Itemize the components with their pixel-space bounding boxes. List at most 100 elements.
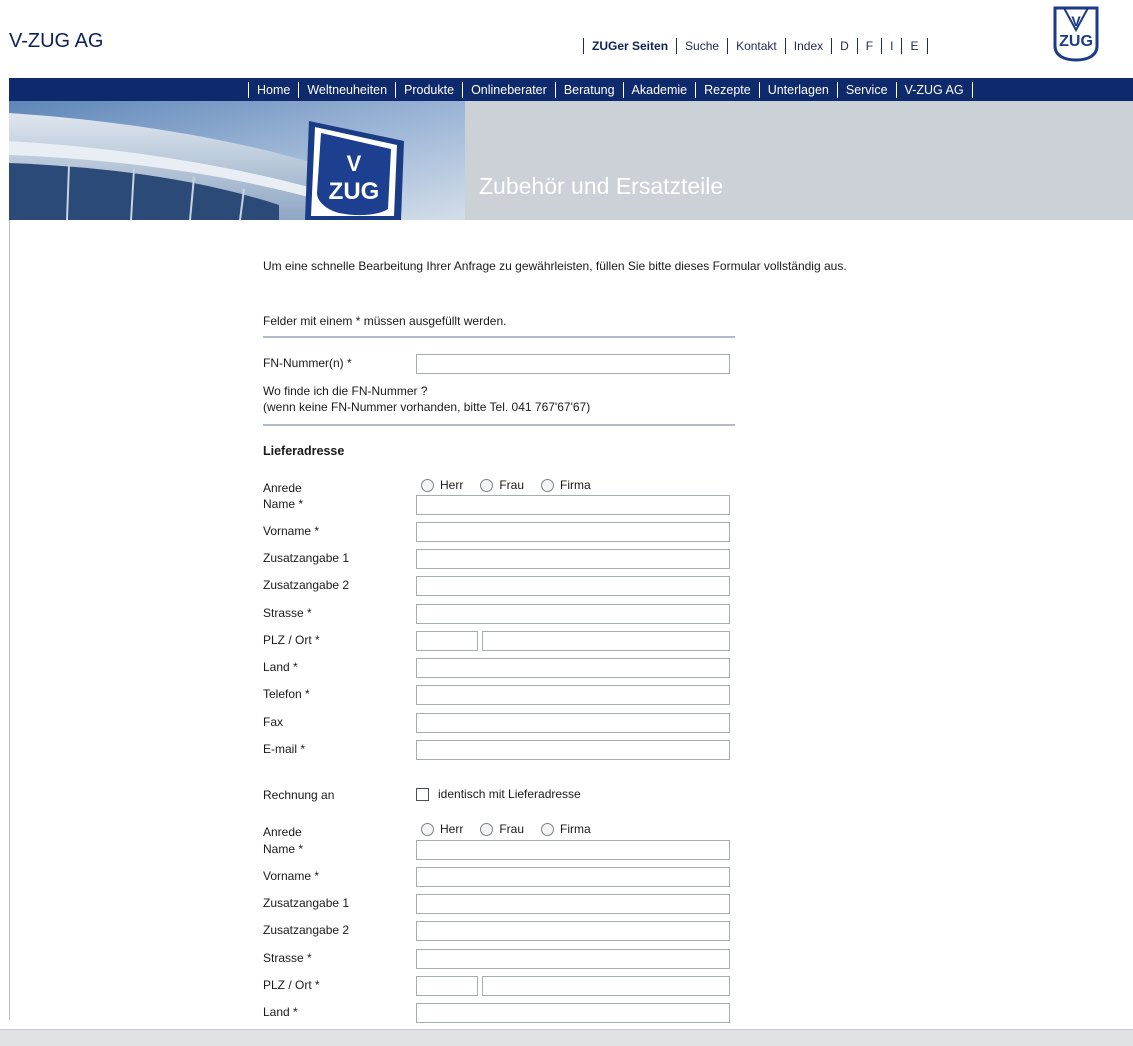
radio-label: Frau [499, 822, 525, 836]
fn-label: FN-Nummer(n) * [263, 356, 352, 370]
nav-produkte[interactable]: Produkte [404, 83, 454, 97]
strasse-input[interactable] [416, 604, 730, 624]
svg-text:V: V [347, 151, 362, 176]
page-title: Zubehör und Ersatzteile [479, 173, 724, 199]
radio-frau-billing[interactable]: Frau [480, 822, 524, 836]
radio-circle[interactable] [421, 478, 434, 492]
strasse-label-billing: Strasse * [263, 951, 312, 965]
zusatz1-input[interactable] [416, 549, 730, 569]
telefon-label: Telefon * [263, 687, 310, 701]
divider [263, 336, 735, 338]
separator [298, 81, 300, 98]
nav-beratung[interactable]: Beratung [564, 83, 615, 97]
nav-service[interactable]: Service [846, 83, 888, 97]
anrede-radio-group-billing: Herr Frau Firma [421, 822, 608, 836]
nav-vzug-ag[interactable]: V-ZUG AG [905, 83, 964, 97]
zusatz2-input[interactable] [416, 576, 730, 596]
ort-input-billing[interactable] [482, 976, 730, 996]
separator [831, 38, 833, 54]
identisch-label: identisch mit Lieferadresse [438, 787, 581, 801]
plz-input-billing[interactable] [416, 976, 478, 996]
required-note: Felder mit einem * müssen ausgefüllt wer… [263, 314, 507, 328]
plz-input[interactable] [416, 631, 478, 651]
nav-onlineberater[interactable]: Onlineberater [471, 83, 547, 97]
link-zuger-seiten[interactable]: ZUGer Seiten [592, 39, 668, 53]
separator [583, 38, 584, 54]
lang-f[interactable]: F [866, 39, 873, 53]
radio-label: Herr [440, 478, 464, 492]
vorname-input[interactable] [416, 522, 730, 542]
svg-text:ZUG: ZUG [1059, 33, 1093, 50]
brand-name: V-ZUG AG [9, 30, 104, 52]
zusatz1-input-billing[interactable] [416, 894, 730, 914]
land-label: Land * [263, 660, 298, 674]
fax-input[interactable] [416, 713, 730, 733]
separator [695, 81, 697, 98]
zusatz2-label: Zusatzangabe 2 [263, 578, 350, 592]
nav-home[interactable]: Home [257, 83, 290, 97]
strasse-label: Strasse * [263, 606, 312, 620]
main-navigation: Home Weltneuheiten Produkte Onlineberate… [9, 78, 1133, 101]
name-input-billing[interactable] [416, 840, 730, 860]
radio-label: Herr [440, 822, 464, 836]
vzug-logo[interactable]: V ZUG [1051, 6, 1101, 62]
separator [727, 38, 729, 54]
radio-circle[interactable] [541, 478, 555, 492]
radio-firma[interactable]: Firma [541, 478, 591, 492]
radio-circle[interactable] [421, 822, 434, 836]
telefon-input[interactable] [416, 685, 730, 705]
name-label: Name * [263, 497, 304, 511]
separator [901, 38, 903, 54]
lang-e[interactable]: E [910, 39, 918, 53]
email-input[interactable] [416, 740, 730, 760]
plzort-label: PLZ / Ort * [263, 633, 320, 647]
delivery-section-title: Lieferadresse [263, 444, 345, 458]
identisch-checkbox[interactable] [416, 787, 429, 801]
radio-herr[interactable]: Herr [421, 478, 463, 492]
identisch-checkbox-row[interactable]: identisch mit Lieferadresse [416, 787, 581, 801]
anrede-label: Anrede [263, 481, 302, 495]
separator [881, 38, 883, 54]
radio-circle[interactable] [480, 478, 494, 492]
status-bar [0, 1029, 1133, 1046]
name-input[interactable] [416, 495, 730, 515]
separator [895, 81, 897, 98]
content-border [9, 220, 10, 1020]
separator [971, 81, 973, 98]
top-links: ZUGer Seiten Suche Kontakt Index D F I E [575, 38, 936, 54]
lang-i[interactable]: I [890, 39, 893, 53]
link-index[interactable]: Index [794, 39, 823, 53]
separator [836, 81, 838, 98]
banner-background [465, 101, 1133, 220]
nav-rezepte[interactable]: Rezepte [704, 83, 751, 97]
vorname-label-billing: Vorname * [263, 869, 320, 883]
link-suche[interactable]: Suche [685, 39, 719, 53]
link-kontakt[interactable]: Kontakt [736, 39, 777, 53]
radio-herr-billing[interactable]: Herr [421, 822, 463, 836]
ort-input[interactable] [482, 631, 730, 651]
lang-d[interactable]: D [840, 39, 849, 53]
strasse-input-billing[interactable] [416, 949, 730, 969]
fax-label: Fax [263, 715, 284, 729]
zusatz2-label-billing: Zusatzangabe 2 [263, 923, 350, 937]
radio-circle[interactable] [541, 822, 555, 836]
radio-firma-billing[interactable]: Firma [541, 822, 591, 836]
land-input-billing[interactable] [416, 1003, 730, 1023]
email-label: E-mail * [263, 742, 306, 756]
radio-circle[interactable] [480, 822, 494, 836]
nav-weltneuheiten[interactable]: Weltneuheiten [307, 83, 387, 97]
zusatz2-input-billing[interactable] [416, 921, 730, 941]
separator [758, 81, 760, 98]
fn-number-input[interactable] [416, 354, 730, 374]
nav-akademie[interactable]: Akademie [632, 83, 688, 97]
fn-help-link[interactable]: Wo finde ich die FN-Nummer ? [263, 384, 428, 398]
fn-help-note: (wenn keine FN-Nummer vorhanden, bitte T… [263, 400, 591, 414]
nav-unterlagen[interactable]: Unterlagen [768, 83, 829, 97]
name-label-billing: Name * [263, 842, 304, 856]
land-input[interactable] [416, 658, 730, 678]
radio-frau[interactable]: Frau [480, 478, 524, 492]
land-label-billing: Land * [263, 1005, 298, 1019]
vorname-input-billing[interactable] [416, 867, 730, 887]
separator [856, 38, 858, 54]
form-intro: Um eine schnelle Bearbeitung Ihrer Anfra… [263, 259, 847, 273]
